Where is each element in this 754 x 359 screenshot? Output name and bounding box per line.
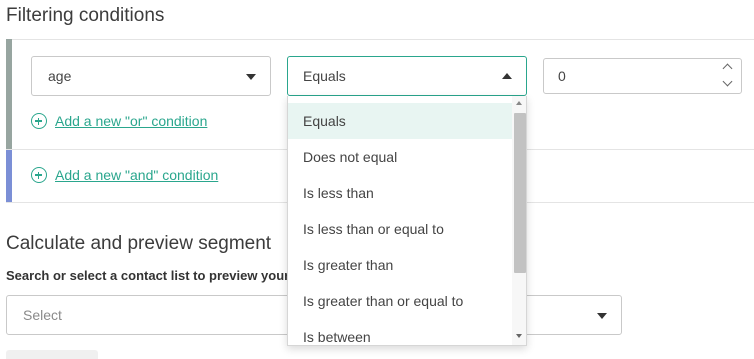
- add-or-condition-label: Add a new "or" condition: [55, 113, 208, 129]
- operator-option-is-greater-than[interactable]: Is greater than: [288, 247, 512, 283]
- spinner-up-icon[interactable]: [716, 59, 741, 76]
- dropdown-scrollbar[interactable]: [512, 96, 526, 345]
- operator-option-equals[interactable]: Equals: [288, 103, 512, 139]
- value-number-input[interactable]: [543, 58, 742, 94]
- and-group-indicator: [6, 150, 12, 202]
- add-and-condition-link[interactable]: Add a new "and" condition: [31, 167, 218, 183]
- operator-option-is-greater-than-or-equal[interactable]: Is greater than or equal to: [288, 283, 512, 319]
- scroll-down-icon[interactable]: [516, 334, 522, 338]
- add-or-condition-link[interactable]: Add a new "or" condition: [31, 113, 207, 129]
- operator-select[interactable]: Equals: [287, 56, 527, 96]
- calculate-button[interactable]: [6, 350, 98, 359]
- operator-option-is-less-than[interactable]: Is less than: [288, 175, 512, 211]
- field-select-value: age: [48, 68, 72, 84]
- operator-option-is-less-than-or-equal[interactable]: Is less than or equal to: [288, 211, 512, 247]
- field-select[interactable]: age: [31, 56, 271, 96]
- scrollbar-thumb[interactable]: [514, 113, 526, 273]
- contact-list-placeholder: Select: [23, 307, 62, 323]
- add-and-condition-label: Add a new "and" condition: [55, 167, 219, 183]
- number-spinner: [716, 59, 741, 93]
- filtering-conditions-heading: Filtering conditions: [6, 5, 165, 26]
- operator-dropdown-menu: Equals Does not equal Is less than Is le…: [287, 96, 527, 346]
- caret-up-icon: [502, 73, 512, 79]
- plus-circle-icon: [31, 167, 47, 183]
- scroll-up-icon[interactable]: [516, 101, 522, 105]
- operator-option-is-between[interactable]: Is between: [288, 319, 512, 345]
- contact-list-instruction: Search or select a contact list to previ…: [6, 268, 290, 283]
- spinner-down-icon[interactable]: [716, 76, 741, 93]
- calculate-preview-heading: Calculate and preview segment: [6, 233, 272, 254]
- or-group-indicator: [6, 39, 12, 149]
- operator-option-does-not-equal[interactable]: Does not equal: [288, 139, 512, 175]
- operator-select-value: Equals: [303, 68, 346, 84]
- caret-down-icon: [246, 74, 256, 80]
- plus-circle-icon: [31, 113, 47, 129]
- caret-down-icon: [597, 313, 607, 319]
